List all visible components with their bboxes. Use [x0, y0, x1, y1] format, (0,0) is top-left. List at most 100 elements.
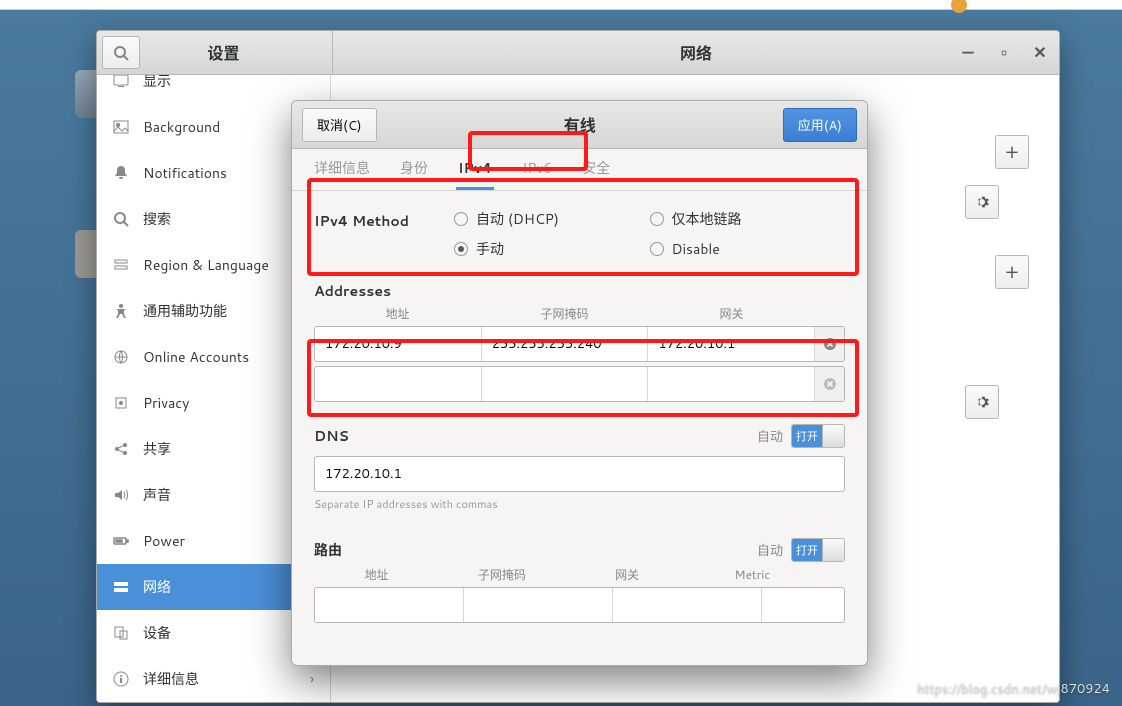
apply-button[interactable]: 应用(A) [783, 108, 857, 142]
netmask-input[interactable] [482, 367, 649, 401]
sidebar-item-label: Background [143, 117, 220, 137]
connection-gear-button[interactable] [965, 185, 999, 219]
gateway-input[interactable] [648, 367, 814, 401]
gear-icon [974, 394, 990, 410]
radio-label: 仅本地链路 [672, 209, 742, 229]
delete-row-button[interactable] [814, 367, 844, 401]
page-title-text: 网络 [680, 40, 712, 65]
col-netmask: 子网掩码 [439, 566, 564, 583]
background-icon [113, 119, 129, 135]
sidebar-item-label: Power [143, 531, 185, 551]
dialog-title: 有线 [377, 112, 783, 137]
route-netmask-input[interactable] [464, 588, 613, 622]
details-icon [113, 671, 129, 687]
radio-label: 自动 (DHCP) [476, 209, 559, 229]
close-icon [823, 377, 837, 391]
col-spacer [815, 305, 845, 322]
col-address: 地址 [314, 566, 439, 583]
maximize-button[interactable]: ▫ [989, 38, 1019, 68]
switch-on-label: 打开 [792, 539, 822, 561]
col-address: 地址 [314, 305, 481, 322]
sidebar-item-label: Online Accounts [143, 347, 249, 367]
devices-icon [113, 625, 129, 641]
switch-on-label: 打开 [792, 425, 822, 447]
dialog-header: 取消(C) 有线 应用(A) [292, 101, 867, 149]
sharing-icon [113, 441, 129, 457]
online-icon [113, 349, 129, 365]
radio-label: 手动 [476, 239, 504, 259]
tab-详细信息[interactable]: 详细信息 [312, 148, 372, 190]
route-address-input[interactable] [315, 588, 464, 622]
sidebar-item-label: 共享 [143, 439, 171, 459]
tab-安全[interactable]: 安全 [580, 148, 612, 190]
address-row [314, 366, 845, 402]
ipv4-method-row: IPv4 Method 自动 (DHCP) 仅本地链路 手动 Disable [314, 209, 845, 259]
radio-icon [454, 242, 468, 256]
col-spacer [815, 566, 845, 583]
network-icon [113, 579, 129, 595]
method-options: 自动 (DHCP) 仅本地链路 手动 Disable [454, 209, 845, 259]
host-topbar [0, 0, 1122, 10]
routes-header: 路由 自动 打开 [314, 538, 845, 562]
gear-icon [974, 194, 990, 210]
dns-input[interactable] [314, 456, 845, 492]
addresses-title: Addresses [314, 281, 845, 301]
connection-gear-button-2[interactable] [965, 385, 999, 419]
radio-icon [650, 212, 664, 226]
search-icon [113, 211, 129, 227]
delete-row-button[interactable] [814, 327, 844, 361]
gateway-input[interactable] [648, 327, 814, 361]
address-input[interactable] [315, 327, 482, 361]
notifications-icon [113, 165, 129, 181]
radio-manual[interactable]: 手动 [454, 239, 650, 259]
routes-columns: 地址 子网掩码 网关 Metric [314, 566, 845, 583]
dns-header: DNS 自动 打开 [314, 424, 845, 448]
minimize-button[interactable]: — [953, 38, 983, 68]
wired-dialog: 取消(C) 有线 应用(A) 详细信息身份 IPv4 IPv6 安全 IPv4 Met… [291, 100, 868, 666]
dns-auto-switch[interactable]: 打开 [791, 424, 845, 448]
sidebar-item-label: Privacy [143, 393, 189, 413]
accessibility-icon [113, 303, 129, 319]
window-controls: — ▫ ✕ [953, 31, 1055, 74]
col-gateway: 网关 [648, 305, 815, 322]
radio-label: Disable [672, 239, 720, 259]
radio-local[interactable]: 仅本地链路 [650, 209, 846, 229]
page-title: 网络 — ▫ ✕ [332, 31, 1059, 74]
sidebar-item-label: 搜索 [143, 209, 171, 229]
dns-auto-label: 自动 [757, 426, 783, 446]
col-netmask: 子网掩码 [481, 305, 648, 322]
sidebar-item-label: 详细信息 [143, 669, 199, 689]
route-metric-input[interactable] [762, 588, 845, 622]
tab-IPv6[interactable]: IPv6 [520, 148, 554, 190]
region-icon [113, 257, 129, 273]
netmask-input[interactable] [482, 327, 649, 361]
close-button[interactable]: ✕ [1025, 38, 1055, 68]
routes-auto-label: 自动 [757, 540, 783, 560]
routes-title: 路由 [314, 540, 757, 560]
cancel-button[interactable]: 取消(C) [302, 108, 377, 142]
routes-auto-switch[interactable]: 打开 [791, 538, 845, 562]
dns-hint: Separate IP addresses with commas [314, 496, 845, 512]
route-gateway-input[interactable] [613, 588, 762, 622]
dialog-body: IPv4 Method 自动 (DHCP) 仅本地链路 手动 Disable A… [292, 191, 867, 665]
display-icon [113, 75, 129, 89]
radio-icon [650, 242, 664, 256]
titlebar: 设置 网络 — ▫ ✕ [97, 31, 1059, 75]
col-metric: Metric [690, 566, 815, 583]
address-input[interactable] [315, 367, 482, 401]
search-button[interactable] [102, 36, 140, 69]
sidebar-item-label: 通用辅助功能 [143, 301, 227, 321]
switch-knob [822, 425, 844, 447]
addresses-columns: 地址 子网掩码 网关 [314, 305, 845, 322]
radio-auto[interactable]: 自动 (DHCP) [454, 209, 650, 229]
switch-knob [822, 539, 844, 561]
add-connection-button[interactable]: + [995, 135, 1029, 169]
radio-disable[interactable]: Disable [650, 239, 846, 259]
address-row [314, 326, 845, 362]
chevron-right-icon: › [310, 669, 314, 689]
tab-IPv4[interactable]: IPv4 [456, 148, 494, 190]
sidebar-item-label: 显示 [143, 75, 171, 91]
col-gateway: 网关 [565, 566, 690, 583]
add-connection-button-2[interactable]: + [995, 255, 1029, 289]
tab-身份[interactable]: 身份 [398, 148, 430, 190]
